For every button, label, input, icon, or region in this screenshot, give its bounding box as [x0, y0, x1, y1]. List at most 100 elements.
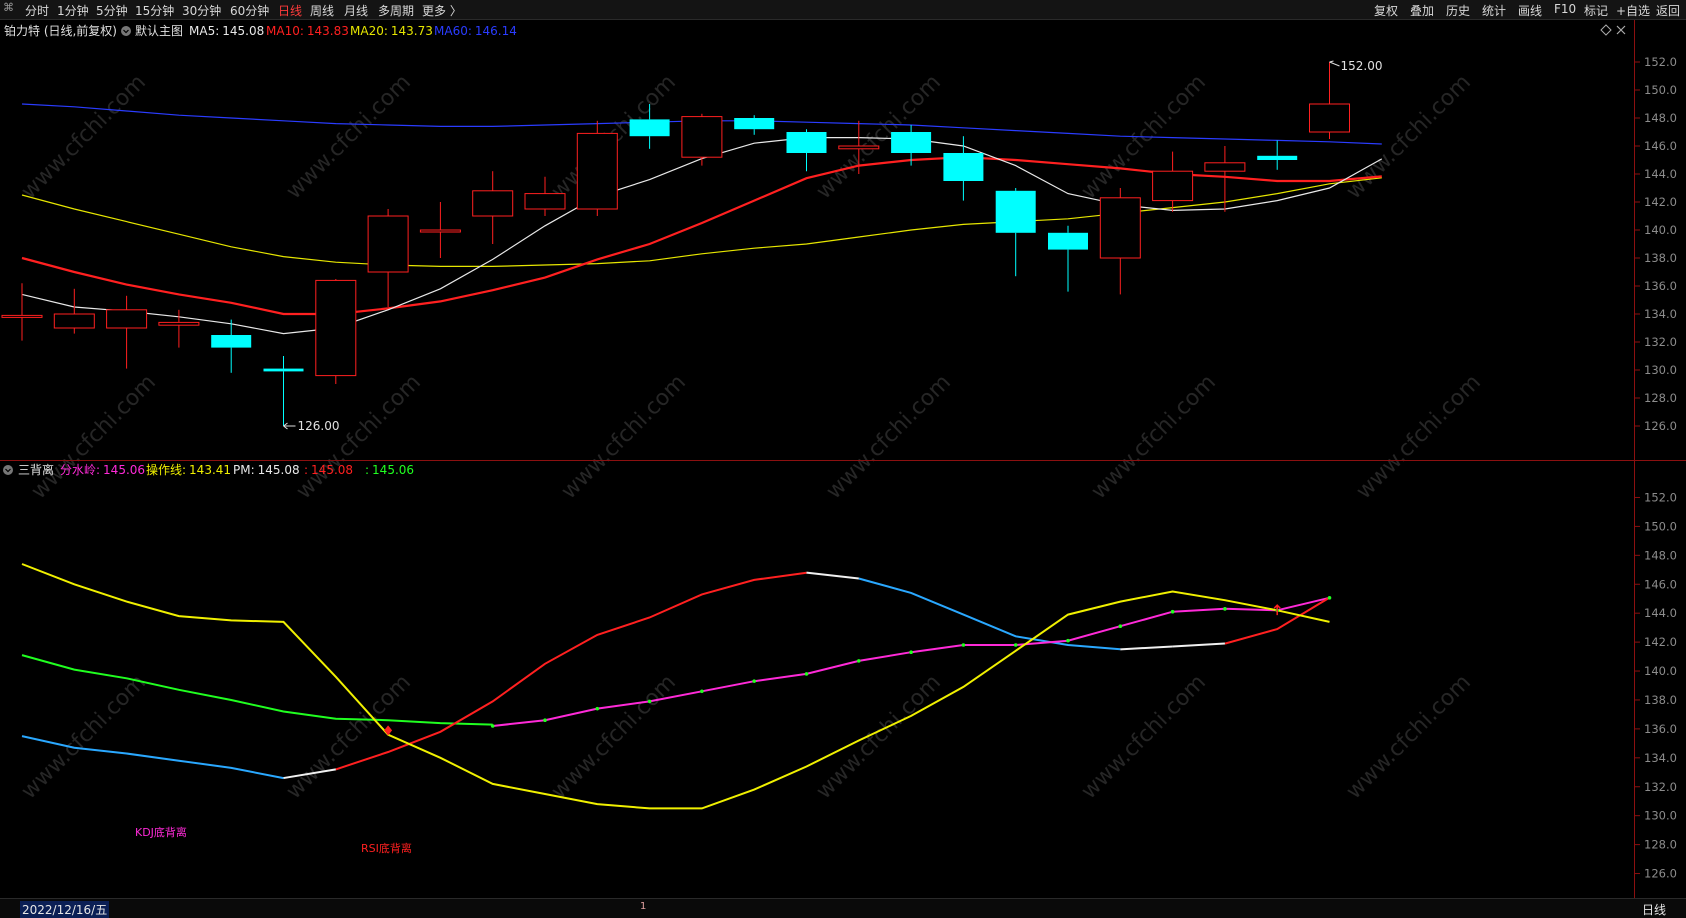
candle [106, 295, 148, 369]
high-marker: 152.00 [1329, 59, 1383, 73]
y-tick-main-label: 126.0 [1644, 419, 1677, 433]
watermark-text: www.cfchi.com [1342, 670, 1476, 804]
y-tick-indicator-label: 152.0 [1644, 490, 1677, 504]
y-tick-indicator-label: 148.0 [1644, 548, 1677, 562]
chart-canvas[interactable]: www.cfchi.com www.cfchi.com www.cfchi.com w… [0, 20, 1686, 898]
tab-30min[interactable]: 30分钟 [182, 2, 221, 19]
y-tick-indicator-label: 132.0 [1644, 780, 1677, 794]
candle [1309, 62, 1350, 139]
history-button[interactable]: 历史 [1446, 2, 1470, 19]
price-axis-indicator: 152.0 150.0 148.0 146.0 144.0 142.0 140.0 138.0… [1634, 490, 1677, 881]
tab-weekly[interactable]: 周线 [310, 2, 334, 19]
tab-fenshi[interactable]: 分时 [25, 2, 49, 19]
f10-button[interactable]: F10 [1554, 2, 1576, 16]
candle-body [786, 132, 827, 153]
candle [1257, 140, 1298, 170]
caozuoxian-legend-label: 操作线: [146, 462, 186, 477]
green-dot [1170, 609, 1175, 614]
candle [786, 129, 827, 172]
green-dot [647, 699, 652, 704]
y-tick-indicator-label: 128.0 [1644, 838, 1677, 852]
overlay-button[interactable]: 叠加 [1410, 2, 1434, 19]
y-tick-main-label: 146.0 [1644, 139, 1677, 153]
app-logo-icon[interactable]: ⌘ [3, 1, 14, 14]
bottom-status-bar: 2022/12/16/五 1 日线 [0, 898, 1686, 918]
candle [1, 283, 43, 341]
green-legend-label: : [365, 463, 369, 477]
y-tick-main-label: 134.0 [1644, 307, 1677, 321]
close-icon[interactable] [1616, 25, 1626, 35]
caozuoxian-legend: 操作线: 143.41 [146, 462, 231, 477]
candle [576, 120, 618, 216]
tab-60min[interactable]: 60分钟 [230, 2, 269, 19]
y-tick-main-label: 148.0 [1644, 111, 1677, 125]
candle-body [367, 215, 409, 273]
mark-button[interactable]: 标记 [1584, 2, 1608, 19]
tab-multi-period[interactable]: 多周期 [378, 2, 414, 19]
ma10-legend-label: MA10: [266, 24, 304, 38]
candle [367, 209, 409, 307]
candle [995, 188, 1036, 277]
indicator-line-KDJ [858, 577, 1121, 651]
y-tick-main-label: 140.0 [1644, 223, 1677, 237]
candle [734, 115, 775, 135]
indicator-name[interactable]: 三背离 [18, 462, 54, 477]
y-tick-main-label: 128.0 [1644, 391, 1677, 405]
ma60-legend-label: MA60: [434, 24, 472, 38]
y-tick-main-label: 132.0 [1644, 335, 1677, 349]
candle-body [576, 132, 618, 210]
candle-body [995, 190, 1036, 233]
green-dot [752, 679, 756, 683]
ma5-line [21, 136, 1383, 335]
indicator-dropdown-icon[interactable] [3, 465, 13, 475]
tab-more[interactable]: 更多 〉 [422, 2, 462, 19]
stats-button[interactable]: 统计 [1482, 2, 1506, 19]
pm-highlight-segment [806, 571, 859, 580]
rsi-divergence-label: RSI底背离 [361, 841, 412, 855]
candle-body [1, 314, 43, 318]
low-arrow-icon [283, 422, 296, 430]
candle [315, 279, 357, 384]
y-tick-indicator-label: 138.0 [1644, 693, 1677, 707]
watermark-text: www.cfchi.com [822, 370, 956, 504]
candle-body [943, 153, 984, 181]
fuquan-button[interactable]: 复权 [1374, 2, 1398, 19]
tab-1min[interactable]: 1分钟 [57, 2, 89, 19]
candle [681, 113, 723, 166]
candle-body [106, 309, 148, 329]
ma20-legend: MA20: 143.73 [350, 24, 433, 38]
candle-body [891, 132, 932, 153]
pm-highlight-segment [1120, 645, 1173, 651]
red-legend-value: 145.08 [311, 463, 353, 477]
diamond-icon[interactable] [1600, 24, 1612, 36]
stock-title[interactable]: 铂力特 (日线,前复权) [4, 23, 117, 38]
green-legend: :145.06 [365, 463, 414, 477]
main-legend: 铂力特 (日线,前复权) 默认主图 MA5: 145.08 MA10: 143.83… [4, 23, 1626, 38]
tab-15min[interactable]: 15分钟 [135, 2, 174, 19]
green-dot [1013, 643, 1018, 647]
tab-daily[interactable]: 日线 [278, 2, 302, 19]
green-dot [700, 689, 704, 694]
draw-button[interactable]: 画线 [1518, 2, 1542, 19]
rsi-signal-diamond-icon [384, 725, 393, 736]
watermark-text: www.cfchi.com [812, 670, 946, 804]
candle-body [1048, 232, 1088, 250]
y-tick-main-label: 136.0 [1644, 279, 1677, 293]
ma5-legend-value: 145.08 [222, 24, 264, 38]
y-tick-indicator-label: 136.0 [1644, 722, 1677, 736]
add-watchlist-button[interactable]: +自选 [1616, 2, 1650, 19]
tab-5min[interactable]: 5分钟 [96, 2, 128, 19]
green-dot [595, 706, 600, 711]
green-dot [857, 659, 861, 663]
tab-monthly[interactable]: 月线 [344, 2, 368, 19]
back-button[interactable]: 返回 [1656, 2, 1680, 19]
template-label[interactable]: 默认主图 [135, 23, 183, 38]
low-marker: 126.00 [283, 419, 340, 433]
period-label[interactable]: 日线 [1642, 901, 1666, 918]
green-dot [1223, 607, 1227, 611]
red-legend: :145.08 [304, 463, 353, 477]
template-dropdown-icon[interactable] [121, 26, 131, 36]
watermark-text: www.cfchi.com [17, 70, 151, 204]
caozuoxian-legend-value: 143.41 [189, 463, 231, 477]
candle-body [263, 368, 304, 372]
